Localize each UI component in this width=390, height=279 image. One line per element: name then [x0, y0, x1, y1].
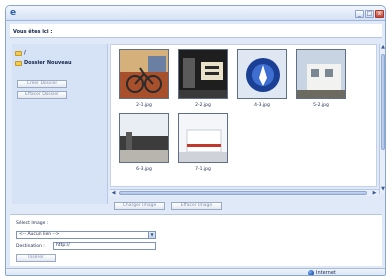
thumbnail-item[interactable]: 6-3.jpg: [119, 113, 169, 176]
image-gallery: 2-1.jpg 2-2.jpg 4-3.jpg 5-2.jpg 6-3.jpg …: [110, 44, 377, 187]
image-thumbnail[interactable]: [119, 113, 169, 163]
upload-image-button[interactable]: Charger Image: [114, 202, 165, 210]
status-bar: Internet: [6, 268, 385, 276]
thumbnail-caption: 2-2.jpg: [195, 103, 211, 108]
thumbnail-item[interactable]: 4-3.jpg: [237, 49, 287, 112]
delete-image-button[interactable]: Effacer Image: [171, 202, 222, 210]
scroll-down-icon[interactable]: ▼: [380, 186, 385, 193]
horizontal-scrollbar[interactable]: ◀ ▶: [110, 189, 379, 196]
link-select[interactable]: <-- Aucun lien --> ▼: [16, 231, 156, 239]
thumbnail-caption: 5-2.jpg: [313, 103, 329, 108]
thumbnail-caption: 7-1.jpg: [195, 167, 211, 172]
location-header: Vous êtes ici :: [10, 24, 382, 38]
folder-icon: [15, 50, 22, 56]
bicycle-photo: [120, 50, 168, 98]
image-thumbnail[interactable]: [237, 49, 287, 99]
scroll-right-icon[interactable]: ▶: [371, 190, 378, 196]
thumbnail-caption: 4-3.jpg: [254, 103, 270, 108]
storefront-photo: [179, 50, 227, 98]
scroll-thumb[interactable]: [119, 191, 367, 195]
thumbnail-caption: 2-1.jpg: [136, 103, 152, 108]
maximize-button[interactable]: □: [365, 10, 374, 18]
tree-folder-item[interactable]: Dossier Nouveau: [15, 60, 72, 66]
thumbnail-caption: 6-3.jpg: [136, 167, 152, 172]
image-thumbnail[interactable]: [119, 49, 169, 99]
insert-button[interactable]: Insérer: [16, 254, 56, 262]
link-form: Sélect Image : <-- Aucun lien --> ▼ Dest…: [10, 214, 382, 266]
chevron-down-icon[interactable]: ▼: [148, 232, 155, 238]
ie-icon: e: [10, 8, 17, 18]
globe-icon: [308, 270, 314, 275]
destination-label: Destination :: [16, 244, 45, 249]
delete-folder-button[interactable]: Effacer Dossier: [17, 91, 67, 99]
zone-label: Internet: [316, 270, 336, 276]
select-image-label: Sélect Image :: [16, 221, 49, 226]
minimize-button[interactable]: _: [355, 10, 364, 18]
tree-folder-label: Dossier Nouveau: [24, 60, 72, 66]
image-thumbnail[interactable]: [296, 49, 346, 99]
url-input[interactable]: http://: [53, 242, 156, 250]
building-photo: [297, 50, 345, 98]
folder-panel: / Dossier Nouveau Créer Dossier Effacer …: [12, 44, 108, 204]
scroll-thumb[interactable]: [381, 54, 385, 150]
emblem-graphic: [238, 50, 286, 98]
vertical-scrollbar[interactable]: ▲ ▼: [379, 44, 385, 194]
street-photo: [120, 114, 168, 162]
location-label: Vous êtes ici :: [13, 29, 53, 35]
thumbnail-item[interactable]: 5-2.jpg: [296, 49, 346, 112]
link-select-value: <-- Aucun lien -->: [19, 232, 60, 237]
white-building-photo: [179, 114, 227, 162]
security-zone: Internet: [308, 270, 336, 276]
tree-root-label: /: [24, 50, 26, 56]
title-bar: e _ □ x: [6, 6, 385, 21]
thumbnail-item[interactable]: 2-1.jpg: [119, 49, 169, 112]
browser-window: e _ □ x Vous êtes ici : / Dossier Nouvea…: [5, 5, 386, 276]
thumbnail-item[interactable]: 2-2.jpg: [178, 49, 228, 112]
tree-root[interactable]: /: [15, 50, 26, 56]
scroll-up-icon[interactable]: ▲: [380, 44, 385, 51]
image-thumbnail[interactable]: [178, 113, 228, 163]
folder-icon: [15, 60, 22, 66]
close-button[interactable]: x: [375, 10, 384, 18]
scroll-left-icon[interactable]: ◀: [110, 190, 117, 196]
thumbnail-item[interactable]: 7-1.jpg: [178, 113, 228, 176]
image-thumbnail[interactable]: [178, 49, 228, 99]
create-folder-button[interactable]: Créer Dossier: [17, 80, 67, 88]
